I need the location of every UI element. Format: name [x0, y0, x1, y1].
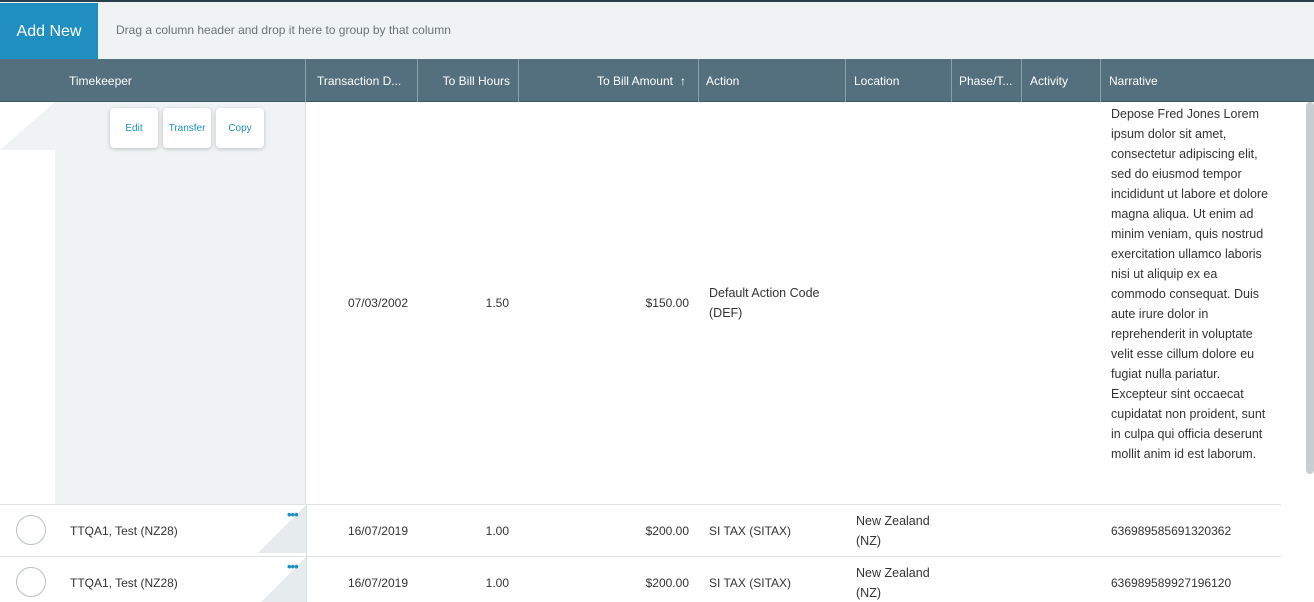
cell-transaction-date: 07/03/2002 — [347, 296, 408, 310]
column-header-to-bill-amount[interactable]: To Bill Amount ↑ — [519, 59, 699, 102]
column-header-label: Phase/T... — [959, 73, 1013, 88]
column-header-label: Action — [706, 73, 740, 88]
cell-location: New Zealand (NZ) — [856, 513, 930, 548]
table-row[interactable]: ••• TTQA1, Test (NZ28) 16/07/2019 1.00 $… — [0, 505, 1281, 557]
row-fold-strip — [0, 150, 55, 504]
arrow-up-icon: ↑ — [680, 73, 686, 88]
column-header-label: Timekeeper — [69, 73, 132, 88]
cell-action: Default Action Code (DEF) — [709, 286, 820, 320]
column-header-label: Narrative — [1109, 73, 1158, 88]
cell-timekeeper: TTQA1, Test (NZ28) — [70, 575, 178, 590]
copy-button[interactable]: Copy — [216, 108, 264, 148]
column-header-narrative[interactable]: Narrative — [1101, 59, 1314, 102]
cell-to-bill-hours: 1.00 — [485, 575, 509, 590]
more-horizontal-icon[interactable]: ••• — [287, 507, 299, 522]
grid-toolbar: Add New Drag a column header and drop it… — [0, 0, 1314, 60]
cell-to-bill-amount: $200.00 — [645, 523, 689, 538]
cell-timekeeper: TTQA1, Test (NZ28) — [70, 523, 178, 538]
edit-button[interactable]: Edit — [110, 108, 158, 148]
table-row[interactable]: ••• TTQA1, Test (NZ28) 16/07/2019 1.00 $… — [0, 557, 1281, 602]
row-fold-corner — [0, 102, 55, 150]
cell-action: SI TAX (SITAX) — [709, 575, 792, 590]
cell-transaction-date: 16/07/2019 — [347, 523, 408, 538]
column-header-to-bill-hours[interactable]: To Bill Hours — [418, 59, 519, 102]
column-header-phase-task[interactable]: Phase/T... — [952, 59, 1022, 102]
row-action-panel: Edit Transfer Copy — [0, 102, 306, 504]
transfer-button[interactable]: Transfer — [163, 108, 211, 148]
add-new-button[interactable]: Add New — [0, 3, 98, 60]
table-row[interactable]: Edit Transfer Copy 07/03/2002 1.50 $150.… — [0, 102, 1281, 505]
row-select-radio[interactable] — [16, 567, 46, 597]
cell-to-bill-hours: 1.00 — [485, 523, 509, 538]
column-header-transaction-date[interactable]: Transaction D... — [306, 59, 418, 102]
more-horizontal-icon[interactable]: ••• — [287, 559, 299, 574]
cell-transaction-date: 16/07/2019 — [347, 575, 408, 590]
column-header-location[interactable]: Location — [846, 59, 952, 102]
vertical-scrollbar[interactable] — [1306, 102, 1314, 474]
column-header-action[interactable]: Action — [699, 59, 846, 102]
cell-narrative: 636989589927196120 — [1111, 575, 1232, 590]
cell-location: New Zealand (NZ) — [856, 565, 930, 600]
cell-narrative: 636989585691320362 — [1111, 523, 1232, 538]
cell-to-bill-hours: 1.50 — [485, 296, 509, 310]
group-by-drop-zone[interactable]: Drag a column header and drop it here to… — [116, 23, 451, 37]
cell-to-bill-amount: $200.00 — [645, 575, 689, 590]
cell-action: SI TAX (SITAX) — [709, 523, 792, 538]
row-select-radio[interactable] — [16, 515, 46, 545]
column-header-label: Activity — [1030, 73, 1069, 88]
column-header-label: To Bill Amount — [596, 73, 673, 88]
grid-body: Edit Transfer Copy 07/03/2002 1.50 $150.… — [0, 102, 1314, 602]
column-header-activity[interactable]: Activity — [1022, 59, 1101, 102]
column-header-timekeeper[interactable]: Timekeeper — [0, 59, 306, 102]
column-header-label: Location — [854, 73, 900, 88]
column-header-label: Transaction D... — [317, 73, 402, 88]
cell-to-bill-amount: $150.00 — [645, 296, 689, 310]
column-header-label: To Bill Hours — [442, 73, 510, 88]
cell-narrative: Depose Fred Jones Lorem ipsum dolor sit … — [1111, 107, 1269, 461]
grid-header: Timekeeper Transaction D... To Bill Hour… — [0, 59, 1314, 102]
